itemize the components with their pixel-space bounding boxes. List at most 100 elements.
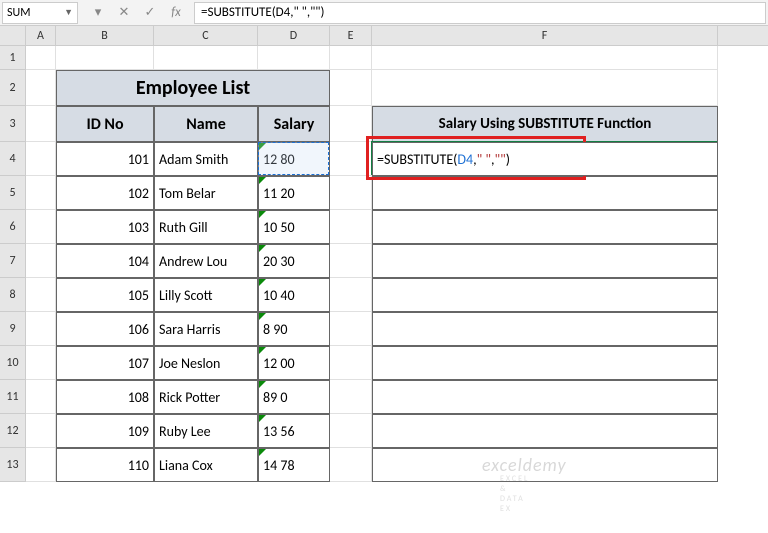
cell[interactable] xyxy=(26,106,56,142)
cell-salary[interactable]: 10 50 xyxy=(258,210,330,244)
row-head-1[interactable]: 1 xyxy=(0,46,26,70)
cell[interactable] xyxy=(56,46,154,70)
cell[interactable] xyxy=(330,176,372,210)
cell-name[interactable]: Andrew Lou xyxy=(154,244,258,278)
cell-salary[interactable]: 14 78 xyxy=(258,448,330,482)
cancel-icon[interactable]: ✕ xyxy=(112,3,136,23)
row-head-12[interactable]: 12 xyxy=(0,414,26,448)
cell-name[interactable]: Ruth Gill xyxy=(154,210,258,244)
row-head-7[interactable]: 7 xyxy=(0,244,26,278)
cell-name[interactable]: Joe Neslon xyxy=(154,346,258,380)
cell[interactable] xyxy=(330,106,372,142)
cell-output[interactable] xyxy=(372,176,718,210)
row-head-9[interactable]: 9 xyxy=(0,312,26,346)
col-head-C[interactable]: C xyxy=(154,26,258,45)
col-head-E[interactable]: E xyxy=(330,26,372,45)
cell-salary[interactable]: 11 20 xyxy=(258,176,330,210)
cell-salary[interactable]: 10 40 xyxy=(258,278,330,312)
header-name[interactable]: Name xyxy=(154,106,258,142)
cell-salary[interactable]: 12 80 xyxy=(258,142,330,176)
cell-output[interactable] xyxy=(372,278,718,312)
header-id[interactable]: ID No xyxy=(56,106,154,142)
cell-id[interactable]: 107 xyxy=(56,346,154,380)
cell[interactable] xyxy=(330,278,372,312)
cell[interactable] xyxy=(26,244,56,278)
cell-name[interactable]: Rick Potter xyxy=(154,380,258,414)
cell[interactable] xyxy=(26,210,56,244)
cell-output[interactable] xyxy=(372,210,718,244)
cell[interactable] xyxy=(330,448,372,482)
formula-input[interactable]: =SUBSTITUTE(D4," ","") xyxy=(194,2,766,24)
cell-id[interactable]: 105 xyxy=(56,278,154,312)
fx-icon[interactable]: fx xyxy=(164,3,188,23)
cell-salary[interactable]: 89 0 xyxy=(258,380,330,414)
cell-name[interactable]: Sara Harris xyxy=(154,312,258,346)
cell[interactable] xyxy=(330,380,372,414)
cell[interactable] xyxy=(330,210,372,244)
cell[interactable] xyxy=(258,46,330,70)
cell[interactable] xyxy=(154,46,258,70)
cell[interactable] xyxy=(26,142,56,176)
cell-output[interactable] xyxy=(372,414,718,448)
col-head-D[interactable]: D xyxy=(258,26,330,45)
row-head-8[interactable]: 8 xyxy=(0,278,26,312)
cell[interactable] xyxy=(26,46,56,70)
cell[interactable] xyxy=(26,176,56,210)
cell[interactable] xyxy=(26,414,56,448)
cell-id[interactable]: 104 xyxy=(56,244,154,278)
cell[interactable] xyxy=(26,312,56,346)
cell[interactable] xyxy=(330,142,372,176)
cell[interactable] xyxy=(26,278,56,312)
cell[interactable] xyxy=(372,46,718,70)
col-head-A[interactable]: A xyxy=(26,26,56,45)
cell[interactable] xyxy=(330,244,372,278)
cell[interactable] xyxy=(330,414,372,448)
formula-cell[interactable]: =SUBSTITUTE(D4," ","") xyxy=(372,142,718,176)
cell[interactable] xyxy=(330,312,372,346)
right-header[interactable]: Salary Using SUBSTITUTE Function xyxy=(372,106,718,142)
cell-id[interactable]: 110 xyxy=(56,448,154,482)
row-head-5[interactable]: 5 xyxy=(0,176,26,210)
cell-output[interactable] xyxy=(372,244,718,278)
enter-icon[interactable]: ✓ xyxy=(138,3,162,23)
cell-name[interactable]: Adam Smith xyxy=(154,142,258,176)
row-head-4[interactable]: 4 xyxy=(0,142,26,176)
cell[interactable] xyxy=(26,448,56,482)
cell-output[interactable] xyxy=(372,380,718,414)
cell-salary[interactable]: 12 00 xyxy=(258,346,330,380)
cell-salary[interactable]: 20 30 xyxy=(258,244,330,278)
cell-id[interactable]: 109 xyxy=(56,414,154,448)
cell[interactable] xyxy=(26,70,56,106)
chevron-down-icon[interactable]: ▼ xyxy=(64,7,73,18)
col-head-F[interactable]: F xyxy=(372,26,718,45)
cell-name[interactable]: Liana Cox xyxy=(154,448,258,482)
row-head-13[interactable]: 13 xyxy=(0,448,26,482)
cell-id[interactable]: 106 xyxy=(56,312,154,346)
header-salary[interactable]: Salary xyxy=(258,106,330,142)
cell-salary[interactable]: 8 90 xyxy=(258,312,330,346)
row-head-3[interactable]: 3 xyxy=(0,106,26,142)
cell[interactable] xyxy=(330,70,372,106)
cell-name[interactable]: Lilly Scott xyxy=(154,278,258,312)
cell-id[interactable]: 102 xyxy=(56,176,154,210)
cell-salary[interactable]: 13 56 xyxy=(258,414,330,448)
col-head-B[interactable]: B xyxy=(56,26,154,45)
select-all-corner[interactable] xyxy=(0,26,26,45)
cell[interactable] xyxy=(26,346,56,380)
table-title[interactable]: Employee List xyxy=(56,70,330,106)
cell-name[interactable]: Tom Belar xyxy=(154,176,258,210)
cell-name[interactable]: Ruby Lee xyxy=(154,414,258,448)
row-head-6[interactable]: 6 xyxy=(0,210,26,244)
row-head-11[interactable]: 11 xyxy=(0,380,26,414)
cell-id[interactable]: 103 xyxy=(56,210,154,244)
cell-output[interactable] xyxy=(372,312,718,346)
cell[interactable] xyxy=(330,46,372,70)
cell[interactable] xyxy=(372,70,718,106)
cell[interactable] xyxy=(26,380,56,414)
cell-id[interactable]: 108 xyxy=(56,380,154,414)
cell-id[interactable]: 101 xyxy=(56,142,154,176)
cell[interactable] xyxy=(330,346,372,380)
name-box[interactable]: SUM ▼ xyxy=(2,2,78,24)
dropdown-icon[interactable]: ▾ xyxy=(86,3,110,23)
row-head-2[interactable]: 2 xyxy=(0,70,26,106)
